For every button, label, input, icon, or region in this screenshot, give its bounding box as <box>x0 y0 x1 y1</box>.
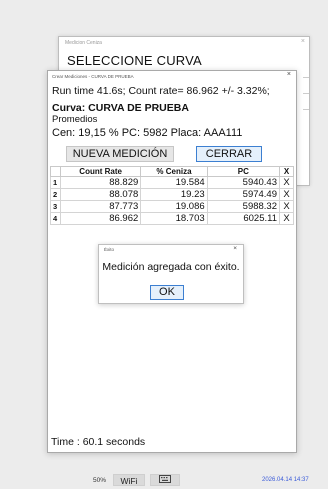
pc-cell[interactable]: 5988.32 <box>206 200 281 213</box>
delete-row-button[interactable]: X <box>279 200 294 213</box>
table-row[interactable]: 4 86.962 18.703 6025.11 X <box>50 212 294 225</box>
promedios-label: Promedios <box>52 114 98 125</box>
success-dialog: Éxito × Medición agregada con éxito. OK <box>98 244 244 304</box>
delete-row-button[interactable]: X <box>279 188 294 201</box>
table-header-count-rate[interactable]: Count Rate <box>59 166 142 177</box>
table-header-pc[interactable]: PC <box>206 166 281 177</box>
elapsed-time: Time : 60.1 seconds <box>51 436 146 448</box>
pc-cell[interactable]: 6025.11 <box>206 212 281 225</box>
table-header-row: Count Rate % Ceniza PC X <box>50 166 294 177</box>
zoom-level[interactable]: 50% <box>93 477 106 484</box>
back-window-title: Medicion Ceniza <box>65 40 102 46</box>
curva-label: Curva: CURVA DE PRUEBA <box>52 102 189 114</box>
wifi-button[interactable]: WiFi <box>113 474 145 486</box>
dialog-message: Medición agregada con éxito. <box>102 261 240 273</box>
row-number: 4 <box>50 212 61 225</box>
main-window-close-icon[interactable]: × <box>287 71 291 78</box>
ceniza-cell[interactable]: 19.584 <box>140 176 208 189</box>
back-window-divider <box>303 93 309 94</box>
back-window-titlebar: Medicion Ceniza × <box>59 37 309 51</box>
row-number: 2 <box>50 188 61 201</box>
back-window-divider <box>303 77 309 78</box>
nueva-medicion-button[interactable]: NUEVA MEDICIÓN <box>66 146 174 162</box>
ok-button[interactable]: OK <box>150 285 184 300</box>
measurements-table: Count Rate % Ceniza PC X 1 88.829 19.584… <box>50 166 294 225</box>
dialog-title: Éxito <box>104 247 115 252</box>
back-window-close-icon[interactable]: × <box>301 38 305 45</box>
table-header-rownum <box>50 166 61 177</box>
table-row[interactable]: 2 88.078 19.23 5974.49 X <box>50 188 294 201</box>
table-header-ceniza[interactable]: % Ceniza <box>140 166 208 177</box>
delete-row-button[interactable]: X <box>279 212 294 225</box>
pc-cell[interactable]: 5974.49 <box>206 188 281 201</box>
taskbar: 50% WiFi 2026.04.14 14:37 <box>0 472 328 489</box>
ceniza-cell[interactable]: 18.703 <box>140 212 208 225</box>
count-rate-cell[interactable]: 88.829 <box>59 176 142 189</box>
count-rate-cell[interactable]: 86.962 <box>59 212 142 225</box>
cerrar-button[interactable]: CERRAR <box>196 146 262 162</box>
averages-stats: Cen: 19,15 % PC: 5982 Placa: AAA111 <box>52 127 243 139</box>
back-window-divider <box>303 109 309 110</box>
count-rate-cell[interactable]: 87.773 <box>59 200 142 213</box>
main-window-title: Crear Mediciones - CURVA DE PRUEBA <box>52 74 134 79</box>
ceniza-cell[interactable]: 19.086 <box>140 200 208 213</box>
count-rate-cell[interactable]: 88.078 <box>59 188 142 201</box>
main-window-titlebar: Crear Mediciones - CURVA DE PRUEBA × <box>48 71 296 83</box>
ceniza-cell[interactable]: 19.23 <box>140 188 208 201</box>
back-window-heading: SELECCIONE CURVA <box>67 53 202 68</box>
keyboard-icon[interactable] <box>150 474 180 486</box>
keyboard-icon-glyph <box>159 475 171 483</box>
table-header-delete: X <box>279 166 294 177</box>
dialog-close-icon[interactable]: × <box>233 245 237 252</box>
table-row[interactable]: 1 88.829 19.584 5940.43 X <box>50 176 294 189</box>
clock: 2026.04.14 14:37 <box>262 477 309 483</box>
row-number: 1 <box>50 176 61 189</box>
pc-cell[interactable]: 5940.43 <box>206 176 281 189</box>
table-row[interactable]: 3 87.773 19.086 5988.32 X <box>50 200 294 213</box>
dialog-titlebar: Éxito × <box>99 245 243 255</box>
row-number: 3 <box>50 200 61 213</box>
desktop: Medicion Ceniza × SELECCIONE CURVA Crear… <box>0 0 328 489</box>
runtime-status: Run time 41.6s; Count rate= 86.962 +/- 3… <box>52 85 270 97</box>
delete-row-button[interactable]: X <box>279 176 294 189</box>
